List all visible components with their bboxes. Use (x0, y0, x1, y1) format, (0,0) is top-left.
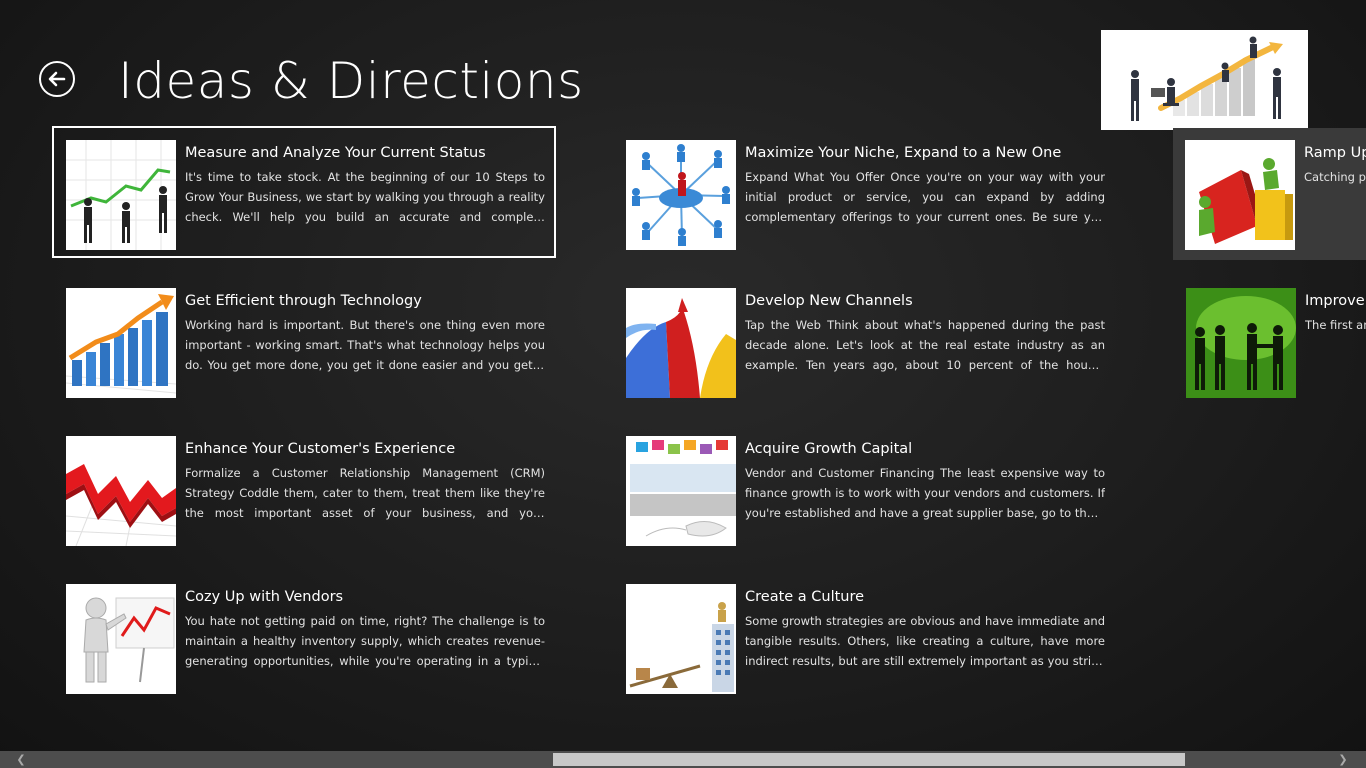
list-item[interactable]: Ramp Up Catching people's attention to m… (1173, 128, 1366, 260)
item-description: Expand What You Offer Once you're on you… (745, 170, 1105, 224)
item-title: Create a Culture (745, 589, 865, 605)
rising-arrow-team-image (66, 140, 176, 250)
item-description: Formalize a Customer Relationship Manage… (185, 466, 545, 520)
item-description: Vendor and Customer Financing The least … (745, 466, 1105, 520)
list-item[interactable]: Develop New Channels Tap the Web Think a… (614, 276, 1118, 408)
item-title: Enhance Your Customer's Experience (185, 441, 456, 457)
item-title: Ramp Up (1304, 145, 1366, 161)
item-title: Maximize Your Niche, Expand to a New One (745, 145, 1062, 161)
item-description: It's time to take stock. At the beginnin… (185, 170, 545, 224)
item-description: The first and sales results seems obviou… (1305, 318, 1366, 332)
list-item[interactable]: Measure and Analyze Your Current Status … (52, 126, 556, 258)
green-handshake-image (1186, 288, 1296, 398)
item-title: Cozy Up with Vendors (185, 589, 344, 605)
back-arrow-icon (48, 71, 66, 87)
back-button[interactable] (39, 61, 75, 97)
social-media-image (626, 436, 736, 546)
colored-arrows-image (626, 288, 736, 398)
red-zigzag-arrow-image (66, 436, 176, 546)
scrollbar-thumb[interactable] (553, 753, 1185, 766)
item-title: Measure and Analyze Your Current Status (185, 145, 486, 161)
item-title: Improve S (1305, 293, 1366, 309)
list-item[interactable]: Cozy Up with Vendors You hate not gettin… (54, 572, 558, 704)
scroll-right-icon[interactable]: ❯ (1336, 753, 1350, 766)
item-description: Working hard is important. But there's o… (185, 318, 545, 372)
app-logo (1101, 30, 1308, 130)
list-item[interactable]: Create a Culture Some growth strategies … (614, 572, 1118, 704)
list-item[interactable]: Maximize Your Niche, Expand to a New One… (614, 128, 1118, 260)
item-description: Some growth strategies are obvious and h… (745, 614, 1105, 668)
item-description: Catching people's attention to make some… (1304, 170, 1366, 184)
list-item[interactable]: Get Efficient through Technology Working… (54, 276, 558, 408)
item-title: Acquire Growth Capital (745, 441, 913, 457)
seesaw-building-image (626, 584, 736, 694)
horizontal-scrollbar[interactable]: ❮ ❯ (0, 751, 1366, 768)
item-title: Get Efficient through Technology (185, 293, 422, 309)
item-description: You hate not getting paid on time, right… (185, 614, 545, 668)
list-item[interactable]: Enhance Your Customer's Experience Forma… (54, 424, 558, 556)
network-people-image (626, 140, 736, 250)
puzzle-blocks-image (1185, 140, 1295, 250)
list-item[interactable]: Acquire Growth Capital Vendor and Custom… (614, 424, 1118, 556)
item-title: Develop New Channels (745, 293, 913, 309)
scroll-left-icon[interactable]: ❮ (14, 753, 28, 766)
presenter-chart-image (66, 584, 176, 694)
bar-chart-arrow-image (66, 288, 176, 398)
list-item[interactable]: Improve S The first and sales results se… (1174, 276, 1366, 408)
item-description: Tap the Web Think about what's happened … (745, 318, 1105, 372)
page-title: Ideas & Directions (118, 52, 584, 110)
